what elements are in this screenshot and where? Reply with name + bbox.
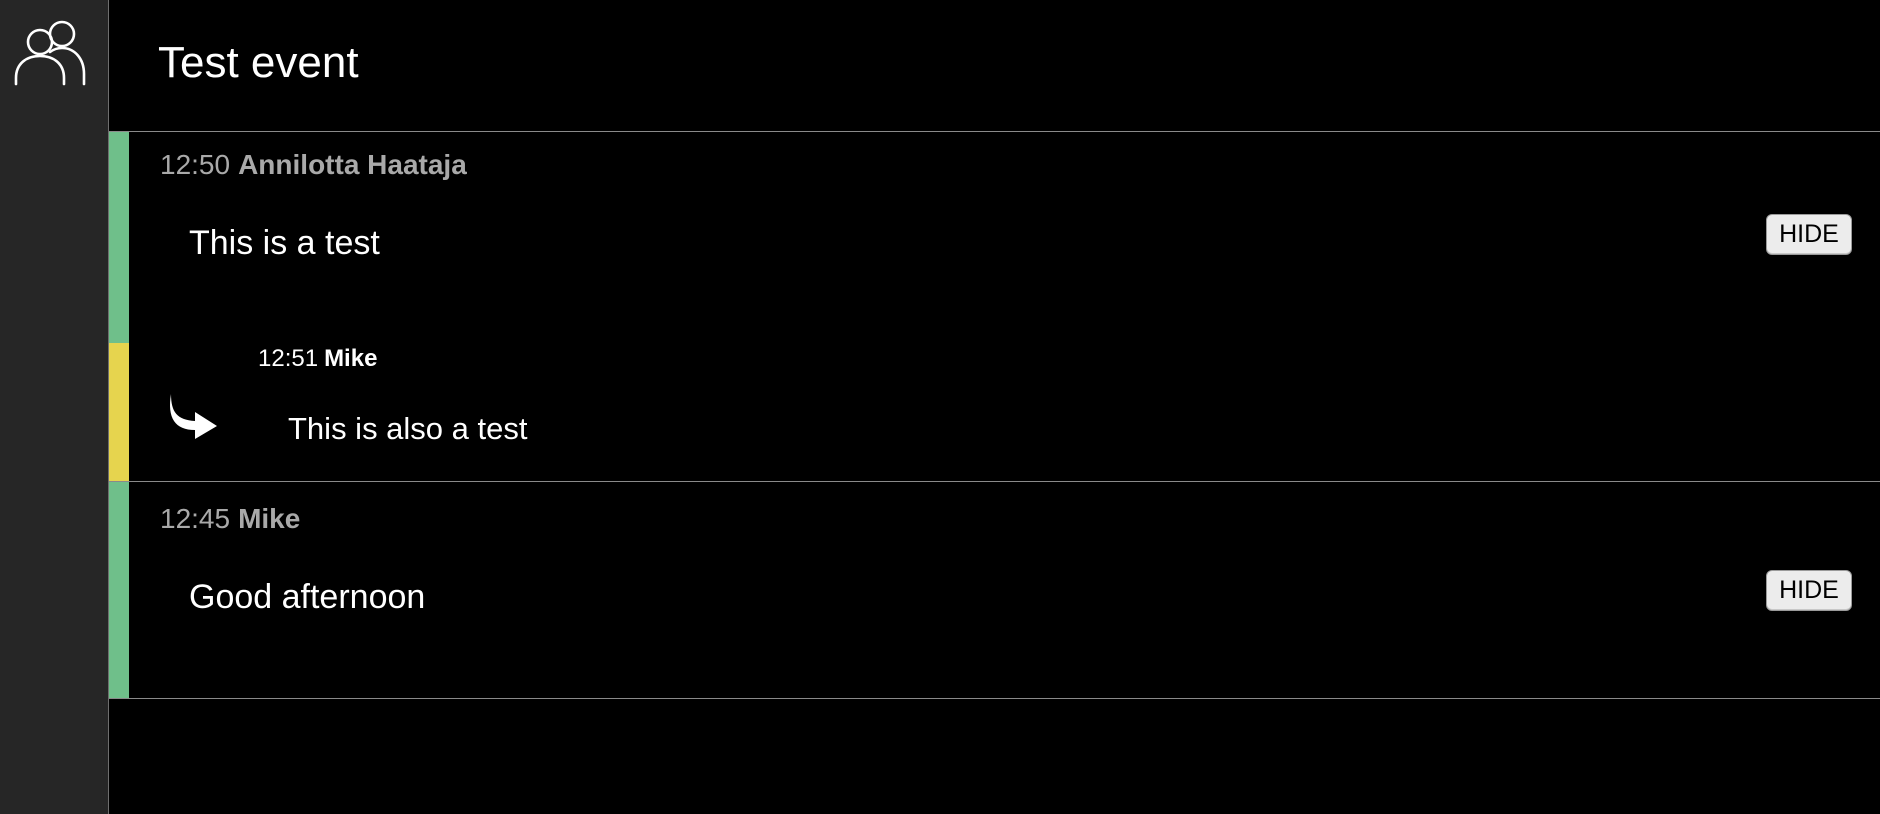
hide-button[interactable]: HIDE: [1766, 570, 1852, 611]
message-author: Mike: [238, 503, 301, 534]
event-header: Test event: [109, 0, 1880, 132]
users-group-icon[interactable]: [12, 16, 92, 88]
message-author: Annilotta Haataja: [238, 149, 467, 180]
reply-meta: 12:51 Mike: [258, 345, 377, 373]
message-time: 12:50: [160, 149, 231, 180]
message-meta: 12:50 Annilotta Haataja: [160, 149, 467, 181]
app: Test event 12:50 Annilotta Haataja This i…: [0, 0, 1880, 814]
message-status-bar: [109, 132, 129, 343]
event-title: Test event: [158, 38, 359, 87]
main-panel: Test event 12:50 Annilotta Haataja This i…: [109, 0, 1880, 814]
reply-status-bar: [109, 343, 129, 481]
reply-author: Mike: [324, 345, 378, 372]
message-meta: 12:45 Mike: [160, 503, 300, 535]
message-text: This is a test: [189, 224, 380, 262]
message-item: 12:45 Mike Good afternoon HIDE: [109, 482, 1880, 699]
reply-item: 12:51 Mike This is also a test: [109, 343, 1880, 482]
message-status-bar: [109, 482, 129, 698]
message-time: 12:45: [160, 503, 231, 534]
message-text: Good afternoon: [189, 578, 426, 616]
sidebar: [0, 0, 109, 814]
message-item: 12:50 Annilotta Haataja This is a test HI…: [109, 132, 1880, 343]
reply-text: This is also a test: [288, 411, 528, 446]
hide-button[interactable]: HIDE: [1766, 214, 1852, 255]
reply-time: 12:51: [258, 345, 319, 372]
reply-arrow-icon: [170, 394, 217, 439]
